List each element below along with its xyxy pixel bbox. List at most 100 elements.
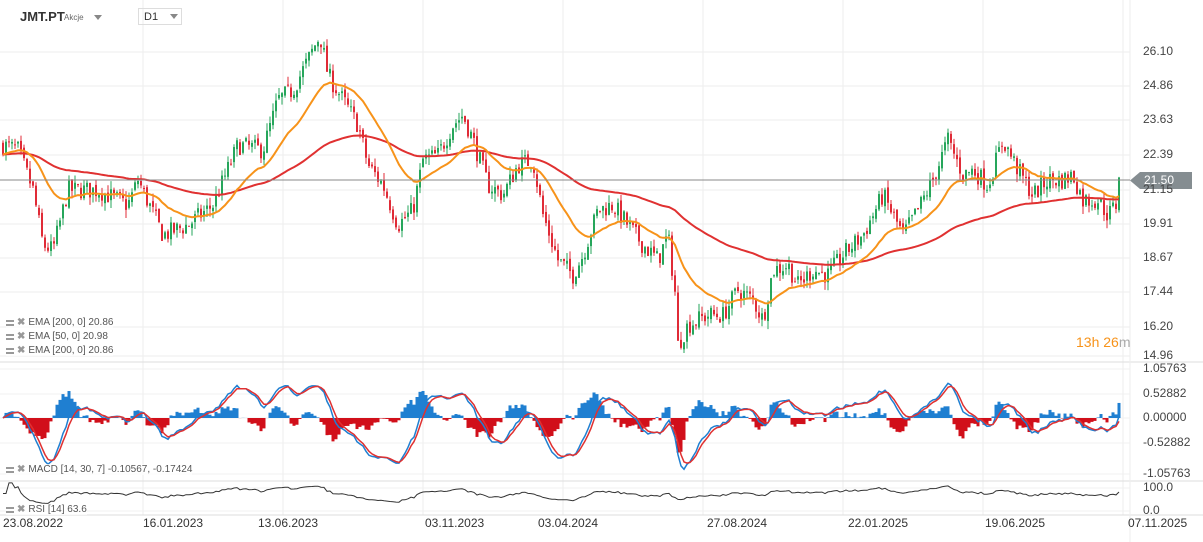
candle-body bbox=[998, 147, 1000, 152]
candle-body bbox=[1049, 174, 1051, 189]
macd-histogram-bar bbox=[649, 418, 653, 421]
candle-body bbox=[56, 225, 58, 245]
close-icon[interactable]: ✖ bbox=[17, 331, 25, 342]
close-icon[interactable]: ✖ bbox=[17, 317, 25, 328]
macd-histogram-bar bbox=[682, 418, 686, 440]
macd-histogram-bar bbox=[70, 398, 74, 418]
macd-histogram-bar bbox=[961, 418, 965, 439]
macd-histogram-bar bbox=[1087, 418, 1091, 424]
candle-body bbox=[473, 132, 475, 138]
candle-body bbox=[443, 145, 445, 149]
candle-body bbox=[308, 52, 310, 61]
settings-icon[interactable] bbox=[6, 466, 14, 473]
macd-histogram-bar bbox=[583, 402, 587, 418]
candle-body bbox=[272, 110, 274, 126]
close-icon[interactable]: ✖ bbox=[17, 345, 25, 356]
macd-histogram-bar bbox=[211, 416, 215, 418]
candle-body bbox=[386, 191, 388, 198]
macd-histogram-bar bbox=[622, 418, 626, 424]
candle-body bbox=[368, 158, 370, 166]
macd-histogram-bar bbox=[385, 418, 389, 419]
macd-histogram-bar bbox=[991, 416, 995, 418]
settings-icon[interactable] bbox=[6, 319, 14, 326]
price-tick: 14.96 bbox=[1143, 348, 1174, 362]
macd-histogram-bar bbox=[271, 408, 275, 418]
legend-ema200-2[interactable]: ✖ EMA [200, 0] 20.86 bbox=[6, 345, 114, 356]
macd-histogram-bar bbox=[349, 418, 353, 425]
legend-rsi[interactable]: ✖ RSI [14] 63.6 bbox=[6, 504, 87, 515]
macd-histogram-bar bbox=[286, 415, 290, 418]
macd-histogram-bar bbox=[559, 418, 563, 424]
macd-histogram-bar bbox=[577, 407, 581, 418]
candle-body bbox=[302, 66, 304, 78]
macd-histogram-bar bbox=[310, 413, 314, 418]
candle-body bbox=[995, 152, 997, 179]
macd-histogram-bar bbox=[448, 418, 452, 419]
candle-body bbox=[614, 212, 616, 214]
macd-histogram-bar bbox=[826, 417, 830, 418]
macd-histogram-bar bbox=[142, 417, 146, 418]
candle-body bbox=[17, 141, 19, 144]
macd-histogram-bar bbox=[955, 418, 959, 430]
candle-body bbox=[524, 155, 526, 157]
candle-body bbox=[944, 142, 946, 151]
candle-body bbox=[59, 220, 61, 227]
macd-histogram-bar bbox=[799, 418, 803, 425]
macd-histogram-bar bbox=[805, 418, 809, 419]
candle-body bbox=[776, 266, 778, 277]
close-icon[interactable]: ✖ bbox=[17, 464, 25, 475]
candle-body bbox=[26, 159, 28, 168]
candle-body bbox=[668, 234, 670, 236]
macd-histogram-bar bbox=[529, 417, 533, 418]
macd-histogram-bar bbox=[565, 414, 569, 418]
candle-body bbox=[476, 136, 478, 162]
candle-body bbox=[1076, 182, 1078, 194]
candle-body bbox=[872, 216, 874, 219]
chart-canvas[interactable] bbox=[0, 0, 1203, 542]
settings-icon[interactable] bbox=[6, 333, 14, 340]
candle-body bbox=[113, 189, 115, 194]
candle-body bbox=[383, 180, 385, 191]
macd-histogram-bar bbox=[814, 417, 818, 418]
macd-histogram-bar bbox=[628, 418, 632, 427]
asset-type[interactable]: Akcje bbox=[64, 13, 84, 22]
candle-body bbox=[749, 291, 751, 294]
macd-histogram-bar bbox=[589, 397, 593, 418]
candle-body bbox=[248, 140, 250, 145]
candle-body bbox=[47, 247, 49, 251]
candle-body bbox=[164, 232, 166, 239]
symbol-dropdown-icon[interactable] bbox=[94, 15, 102, 20]
candle-body bbox=[629, 222, 631, 224]
candle-body bbox=[728, 305, 730, 320]
candle-body bbox=[14, 144, 16, 146]
macd-histogram-bar bbox=[823, 418, 827, 423]
macd-histogram-bar bbox=[1114, 414, 1118, 418]
macd-histogram-bar bbox=[46, 418, 50, 433]
candle-body bbox=[167, 231, 169, 239]
candle-body bbox=[1007, 147, 1009, 150]
macd-histogram-bar bbox=[958, 418, 962, 437]
candle-body bbox=[1019, 164, 1021, 177]
macd-histogram-bar bbox=[850, 417, 854, 418]
candle-body bbox=[785, 268, 787, 270]
candle-body bbox=[32, 181, 34, 186]
macd-tick: 0.00000 bbox=[1143, 410, 1187, 424]
candle-body bbox=[275, 100, 277, 112]
legend-ema200[interactable]: ✖ EMA [200, 0] 20.86 bbox=[6, 317, 114, 328]
candle-body bbox=[176, 223, 178, 231]
macd-histogram-bar bbox=[949, 414, 953, 418]
candle-body bbox=[68, 180, 70, 208]
macd-histogram-bar bbox=[802, 418, 806, 425]
candle-body bbox=[806, 271, 808, 281]
candle-body bbox=[1055, 183, 1057, 186]
close-icon[interactable]: ✖ bbox=[17, 504, 25, 515]
macd-histogram-bar bbox=[304, 412, 308, 418]
settings-icon[interactable] bbox=[6, 506, 14, 513]
candle-body bbox=[911, 215, 913, 217]
legend-macd[interactable]: ✖ MACD [14, 30, 7] -0.10567, -0.17424 bbox=[6, 464, 193, 475]
symbol-title[interactable]: JMT.PT bbox=[20, 9, 65, 24]
timeframe-select[interactable]: D1 bbox=[138, 8, 182, 25]
legend-ema50[interactable]: ✖ EMA [50, 0] 20.98 bbox=[6, 331, 108, 342]
date-tick: 23.08.2022 bbox=[3, 516, 64, 530]
settings-icon[interactable] bbox=[6, 347, 14, 354]
